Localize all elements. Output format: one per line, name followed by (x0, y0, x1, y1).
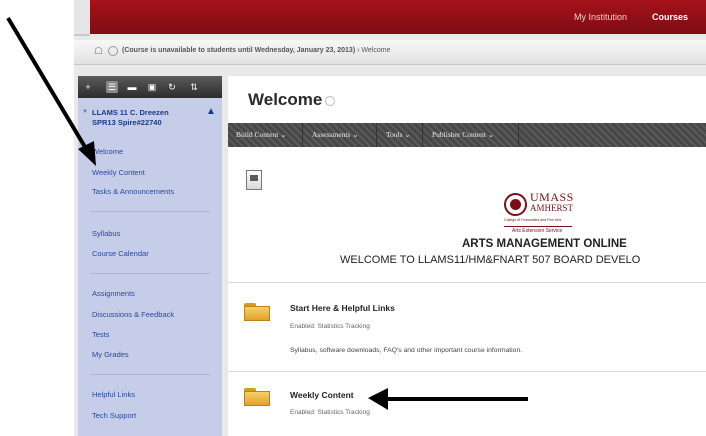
breadcrumb-menu-icon[interactable] (108, 46, 118, 56)
breadcrumb-trail: (Course is unavailable to students until… (122, 47, 390, 54)
folder-icon[interactable] (244, 303, 270, 321)
page-title-text: Welcome (248, 90, 323, 109)
action-bar: Build Content ⌄ Assessments ⌄ Tools ⌄ Pu… (228, 123, 706, 147)
assessments-button[interactable]: Assessments ⌄ (312, 130, 359, 139)
card-view-icon[interactable]: ▣ (146, 81, 158, 93)
content-item-description: Syllabus, software downloads, FAQ's and … (290, 347, 523, 354)
course-title-line-2: SPR13 Spire#22740 (92, 118, 162, 127)
content-item-meta: Enabled: Statistics Tracking (290, 323, 370, 330)
course-title-line-1: LLAMS 11 C. Dreezen (92, 108, 169, 117)
sidebar-item-tests[interactable]: Tests (92, 330, 110, 339)
logo-subtitle: AMHERST (530, 203, 574, 213)
row-divider (228, 282, 706, 283)
logo-rule (504, 226, 572, 227)
menu-divider (90, 374, 210, 375)
action-divider (422, 123, 423, 147)
menu-divider (90, 273, 210, 274)
browser-frame: My Institution Courses ☖ (Course is unav… (74, 0, 706, 436)
sidebar-item-assignments[interactable]: Assignments (92, 289, 135, 298)
sidebar-item-syllabus[interactable]: Syllabus (92, 229, 120, 238)
course-menu: + ☰ ▬ ▣ ↻ ⇅ ▼ LLAMS 11 C. Dreezen SPR13 … (78, 76, 222, 436)
sidebar-item-weekly-content[interactable]: Weekly Content (92, 168, 145, 177)
nav-courses[interactable]: Courses (652, 12, 688, 22)
sidebar-item-course-calendar[interactable]: Course Calendar (92, 249, 149, 258)
menu-divider (90, 211, 210, 212)
tab-edge (74, 0, 90, 36)
refresh-icon[interactable]: ↻ (166, 81, 178, 93)
collapse-icon[interactable]: ▼ (82, 109, 88, 115)
tools-button[interactable]: Tools ⌄ (386, 130, 411, 139)
sidebar-item-my-grades[interactable]: My Grades (92, 350, 129, 359)
breadcrumb-current[interactable]: Welcome (361, 47, 390, 54)
nav-my-institution[interactable]: My Institution (574, 12, 627, 22)
breadcrumb: ☖ (Course is unavailable to students unt… (74, 40, 706, 65)
action-divider (302, 123, 303, 147)
page-title: Welcome (248, 90, 336, 110)
banner-heading: ARTS MANAGEMENT ONLINE (462, 238, 627, 250)
action-divider (518, 123, 519, 147)
page-options-icon[interactable] (325, 95, 336, 106)
list-view-icon[interactable]: ☰ (106, 81, 118, 93)
breadcrumb-separator: › (357, 47, 360, 54)
publisher-content-button[interactable]: Publisher Content ⌄ (432, 130, 494, 139)
course-title[interactable]: LLAMS 11 C. Dreezen SPR13 Spire#22740 ▲ (92, 107, 216, 128)
folder-view-icon[interactable]: ▬ (126, 81, 138, 93)
availability-notice: (Course is unavailable to students until… (122, 47, 356, 54)
sort-icon[interactable]: ⇅ (188, 81, 200, 93)
action-divider (376, 123, 377, 147)
content-area: Welcome Build Content ⌄ Assessments ⌄ To… (228, 76, 706, 436)
row-divider (228, 371, 706, 372)
document-icon[interactable] (246, 170, 262, 190)
logo-college: College of Humanities and Fine Arts (504, 218, 562, 222)
top-navigation-bar: My Institution Courses (74, 0, 706, 36)
banner-welcome: WELCOME TO LLAMS11/HM&FNART 507 BOARD DE… (340, 254, 641, 266)
course-menu-toolbar: + ☰ ▬ ▣ ↻ ⇅ (78, 76, 222, 98)
home-icon[interactable]: ☖ (94, 46, 103, 57)
content-item-title[interactable]: Weekly Content (290, 390, 354, 400)
university-seal-icon (504, 193, 527, 216)
sidebar-item-tasks-announcements[interactable]: Tasks & Announcements (92, 187, 174, 196)
sidebar-item-tech-support[interactable]: Tech Support (92, 411, 136, 420)
sidebar-item-discussions-feedback[interactable]: Discussions & Feedback (92, 310, 174, 319)
plus-icon[interactable]: + (82, 81, 94, 93)
build-content-button[interactable]: Build Content ⌄ (236, 130, 286, 139)
content-item-meta: Enabled: Statistics Tracking (290, 409, 370, 416)
home-icon[interactable]: ▲ (206, 107, 216, 117)
sidebar-item-welcome[interactable]: Welcome (92, 147, 123, 156)
folder-icon[interactable] (244, 388, 270, 406)
logo-extension-service: Arts Extension Service (512, 228, 563, 234)
content-item-title[interactable]: Start Here & Helpful Links (290, 303, 395, 313)
sidebar-item-helpful-links[interactable]: Helpful Links (92, 390, 135, 399)
